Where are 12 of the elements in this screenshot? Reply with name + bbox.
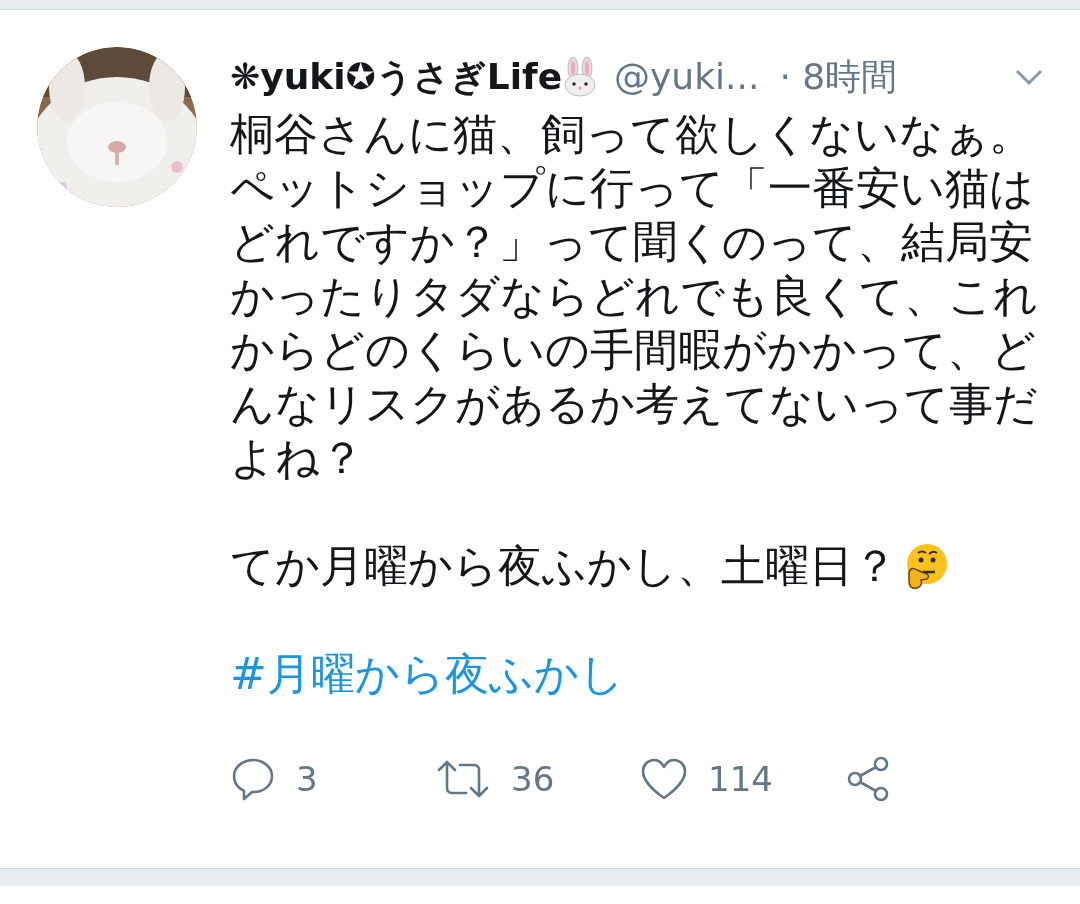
action-count: 36 — [511, 757, 555, 801]
heart-icon[interactable] — [640, 757, 688, 801]
display-name[interactable]: ❋yuki✪うさぎLife — [230, 50, 563, 104]
tweet-text: てか月曜から夜ふかし、土曜日？ — [230, 539, 897, 593]
timestamp: · 8時間 — [779, 55, 898, 99]
chevron-down-icon[interactable] — [1014, 67, 1044, 87]
action-count: 3 — [296, 757, 318, 801]
action-count: 114 — [708, 757, 773, 801]
user-handle: @yuki... — [614, 55, 760, 99]
reply-icon[interactable] — [230, 756, 276, 802]
rabbit-icon — [562, 57, 599, 97]
tweet-text: 桐谷さんに猫、飼って欲しくないなぁ。ペットショップに行って「一番安い猫はどれですか？」って聞くのって、結局安かったりタダならどれでも良くて、これからどのくらいの手間暇がかかって、どんなリスクがあるか考えてないって事だよね？ — [230, 107, 1039, 485]
